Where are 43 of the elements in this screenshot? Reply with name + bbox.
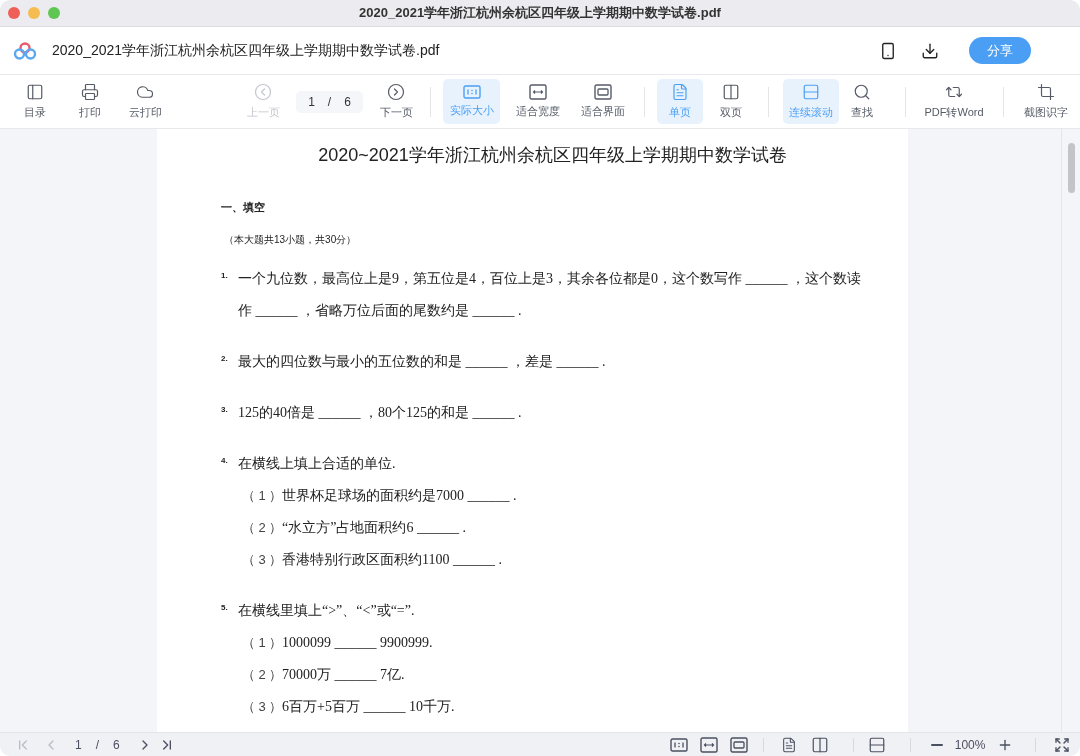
question-text: 70000万 ______ 7亿. (282, 666, 405, 684)
question-number: 2. (221, 353, 229, 365)
question-text: 作 ______ ，省略万位后面的尾数约是 ______ . (238, 302, 523, 320)
cloud-print-button[interactable]: 云打印 (117, 79, 173, 124)
part-label: （ 1 ） (242, 634, 282, 652)
section-note: （本大题共13小题，共30分） (224, 233, 358, 247)
question-text: 125的40倍是 ______ ，80个125的和是 ______ . (238, 404, 522, 422)
file-name: 2020_2021学年浙江杭州余杭区四年级上学期期中数学试卷.pdf (52, 41, 441, 60)
part-label: （ 3 ） (242, 551, 282, 569)
section-heading: 一、填空 (221, 200, 266, 215)
question-text: 香港特别行政区面积约1100 ______ . (282, 551, 502, 569)
screenshot-ocr-button[interactable]: 截图识字 (1016, 79, 1076, 124)
question-text: “水立方”占地面积约6 ______ . (282, 519, 466, 537)
part-label: （ 3 ） (242, 698, 282, 716)
question-text: 在横线上填上合适的单位. (238, 455, 397, 473)
window-title: 2020_2021学年浙江杭州余杭区四年级上学期期中数学试卷.pdf (358, 4, 722, 22)
page-total: 6 (113, 737, 120, 752)
pdf-to-word-button[interactable]: PDF转Word (914, 79, 994, 124)
page-number-field[interactable]: 1 / 6 (296, 90, 363, 113)
question-text: 一个九位数，最高位上是9，第五位是4，百位上是3，其余各位都是0，这个数写作 ______ ，这个数读 (238, 270, 861, 288)
fit-width-button[interactable]: 适合宽度 (506, 79, 570, 124)
print-button[interactable]: 打印 (62, 79, 117, 124)
part-label: （ 2 ） (242, 519, 282, 537)
question-text: 1000099 ______ 9900999. (282, 634, 433, 652)
question-text: 最大的四位数与最小的五位数的和是 ______ ，差是 ______ . (238, 353, 606, 371)
next-page-button[interactable]: 下一页 (368, 79, 424, 124)
find-button[interactable]: 查找 (839, 79, 885, 124)
zoom-level: 100% (954, 737, 986, 752)
question-number: 5. (221, 602, 229, 614)
contents-button[interactable]: 目录 (7, 79, 62, 124)
page-separator: / (95, 737, 100, 752)
part-label: （ 1 ） (242, 487, 282, 505)
question-text: 世界杯足球场的面积约是7000 ______ . (282, 487, 517, 505)
question-number: 1. (221, 270, 229, 282)
two-page-button[interactable]: 双页 (703, 79, 759, 124)
part-label: （ 2 ） (242, 666, 282, 684)
question-text: 在横线里填上“>”、“<”或“=”. (238, 602, 416, 620)
question-text: 6百万+5百万 ______ 10千万. (282, 698, 455, 716)
question-number: 4. (221, 455, 229, 467)
question-number: 3. (221, 404, 229, 416)
document-title: 2020~2021学年浙江杭州余杭区四年级上学期期中数学试卷 (317, 144, 788, 167)
current-page: 1 (75, 737, 82, 752)
fit-page-button[interactable]: 适合界面 (570, 79, 636, 124)
